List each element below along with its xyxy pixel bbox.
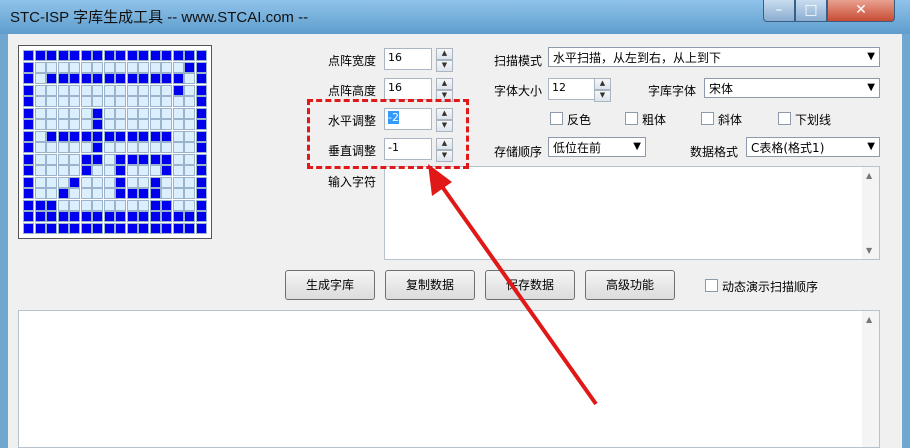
arrow-head (428, 164, 452, 196)
arrow-shaft (434, 176, 598, 406)
annotation-arrow (428, 164, 598, 406)
